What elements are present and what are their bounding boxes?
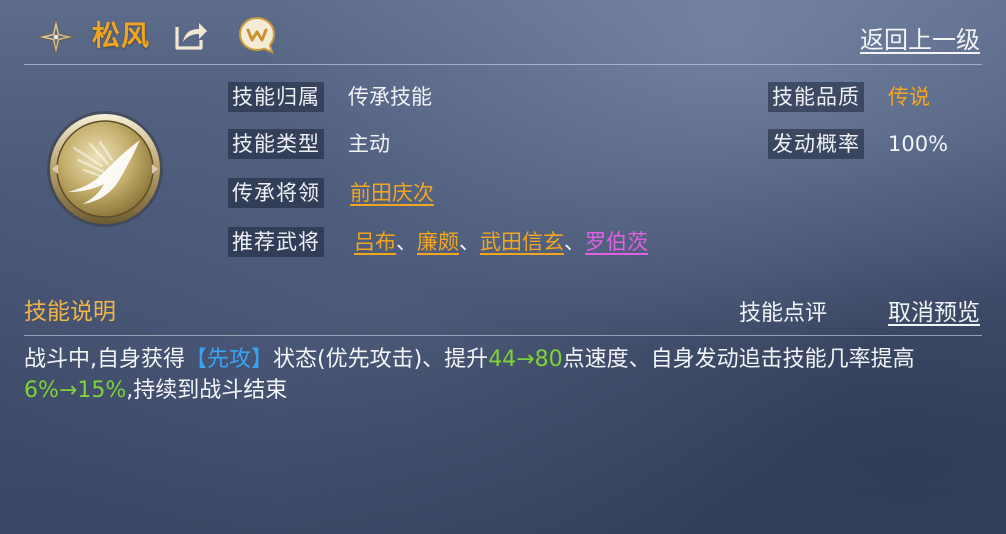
desc-part-2: 状态(优先攻击)、提升 [273, 347, 489, 372]
background-haze [0, 0, 1006, 534]
header-divider [24, 64, 982, 65]
general-separator: 、 [564, 230, 585, 254]
recommend-general-takeda[interactable]: 武田信玄 [480, 230, 564, 254]
recommend-generals-label: 推荐武将 [228, 227, 324, 257]
status-keyword: 【先攻】 [185, 347, 274, 372]
recommend-general-lubu[interactable]: 吕布 [354, 230, 396, 254]
desc-part-3: 点速度、自身发动追击技能几率提高 [562, 347, 915, 372]
desc-part-1: 战斗中,自身获得 [24, 347, 185, 372]
skill-type-value: 主动 [348, 132, 390, 156]
trigger-rate-label: 发动概率 [768, 129, 864, 159]
compass-star-icon [37, 18, 75, 56]
skill-quality-label: 技能品质 [768, 82, 864, 112]
skill-description-text: 战斗中,自身获得【先攻】状态(优先攻击)、提升44→80点速度、自身发动追击技能… [24, 344, 984, 406]
description-divider [24, 335, 982, 336]
inherit-general-link[interactable]: 前田庆次 [350, 179, 434, 207]
skill-quality-value: 传说 [888, 85, 930, 109]
skill-belong-label: 技能归属 [228, 82, 324, 112]
inherit-general-label: 传承将领 [228, 178, 324, 208]
back-button[interactable]: 返回上一级 [860, 20, 980, 55]
cancel-preview-button[interactable]: 取消预览 [888, 293, 980, 327]
recommend-general-lianpo[interactable]: 廉颇 [417, 230, 459, 254]
skill-description-title: 技能说明 [24, 299, 116, 325]
skill-name-title: 松风 [92, 19, 151, 52]
trigger-rate-value: 100% [888, 132, 949, 156]
skill-belong-value: 传承技能 [348, 85, 432, 109]
chat-bubble-icon[interactable] [237, 15, 277, 55]
skill-type-label: 技能类型 [228, 129, 324, 159]
desc-part-4: ,持续到战斗结束 [126, 378, 288, 403]
swallow-skill-emblem [47, 111, 163, 227]
recommend-generals-list: 吕布、廉颇、武田信玄、罗伯茨 [354, 228, 648, 256]
share-icon[interactable] [173, 18, 209, 52]
general-separator: 、 [396, 230, 417, 254]
speed-change-value: 44→80 [488, 347, 563, 372]
general-separator: 、 [459, 230, 480, 254]
chance-change-value: 6%→15% [24, 378, 127, 403]
skill-review-button[interactable]: 技能点评 [739, 295, 827, 327]
recommend-general-roberts[interactable]: 罗伯茨 [585, 230, 648, 254]
